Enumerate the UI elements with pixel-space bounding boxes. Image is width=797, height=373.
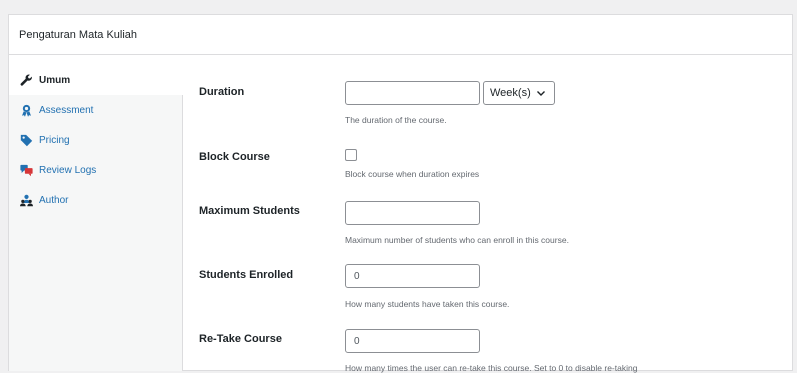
- max-students-description: Maximum number of students who can enrol…: [345, 235, 569, 245]
- chevron-down-icon: [537, 91, 545, 96]
- award-icon: [19, 103, 33, 117]
- block-course-description: Block course when duration expires: [345, 169, 480, 179]
- sidebar-item-pricing[interactable]: Pricing: [9, 125, 182, 155]
- sidebar-item-label: Review Logs: [39, 164, 97, 176]
- block-course-label: Block Course: [199, 151, 270, 163]
- students-enrolled-label: Students Enrolled: [199, 269, 294, 281]
- wrench-icon: [19, 73, 33, 87]
- max-students-input[interactable]: [345, 201, 480, 225]
- tag-icon: [19, 133, 33, 147]
- sidebar-item-author[interactable]: Author: [9, 185, 182, 215]
- retake-course-description: How many times the user can re-take this…: [345, 363, 638, 373]
- duration-unit-value: Week(s): [490, 87, 531, 99]
- course-settings-panel: Pengaturan Mata Kuliah Umum Assessment P…: [8, 14, 793, 373]
- settings-content: Duration Week(s) The duration of the cou…: [183, 65, 792, 373]
- max-students-label: Maximum Students: [199, 205, 300, 217]
- duration-description: The duration of the course.: [345, 115, 447, 125]
- users-icon: [19, 193, 33, 207]
- students-enrolled-input[interactable]: 0: [345, 264, 480, 288]
- duration-unit-select[interactable]: Week(s): [483, 81, 555, 105]
- sidebar-item-review-logs[interactable]: Review Logs: [9, 155, 182, 185]
- chat-icon: [19, 163, 33, 177]
- retake-course-label: Re-Take Course: [199, 333, 282, 345]
- students-enrolled-description: How many students have taken this course…: [345, 299, 510, 309]
- block-course-checkbox[interactable]: [345, 149, 357, 161]
- sidebar-item-label: Umum: [39, 74, 71, 86]
- panel-title: Pengaturan Mata Kuliah: [19, 28, 138, 41]
- duration-label: Duration: [199, 86, 245, 98]
- sidebar-item-label: Pricing: [39, 134, 70, 146]
- settings-sidebar: Umum Assessment Pricing Review Logs Auth…: [9, 65, 183, 371]
- duration-input[interactable]: [345, 81, 480, 105]
- retake-course-input[interactable]: 0: [345, 329, 480, 353]
- sidebar-item-assessment[interactable]: Assessment: [9, 95, 182, 125]
- sidebar-item-label: Author: [39, 194, 69, 206]
- sidebar-item-label: Assessment: [39, 104, 94, 116]
- sidebar-item-umum[interactable]: Umum: [9, 65, 183, 95]
- panel-header: Pengaturan Mata Kuliah: [9, 15, 792, 55]
